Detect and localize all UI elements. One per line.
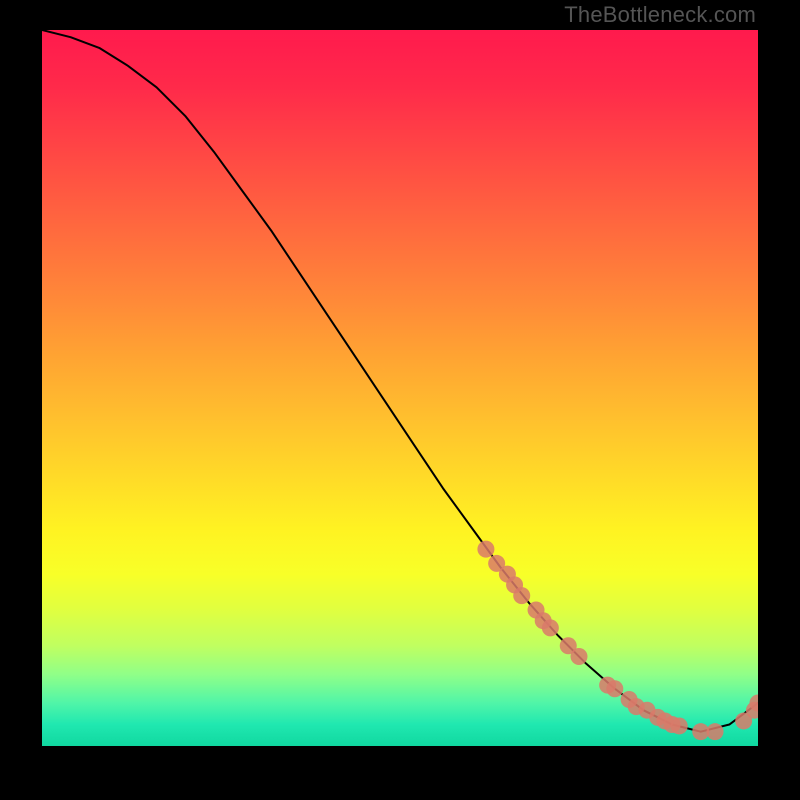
data-marker [649, 709, 666, 726]
data-marker [621, 691, 638, 708]
data-marker [639, 702, 656, 719]
data-marker [664, 716, 681, 733]
data-marker [499, 566, 516, 583]
data-marker [656, 712, 673, 729]
data-marker [750, 695, 759, 712]
data-marker [542, 619, 559, 636]
data-marker [599, 677, 616, 694]
data-marker [692, 723, 709, 740]
chart-frame: TheBottleneck.com [0, 0, 800, 800]
data-marker [735, 712, 752, 729]
curve-layer [42, 30, 758, 732]
data-marker [707, 723, 724, 740]
data-marker [671, 717, 688, 734]
data-marker [606, 680, 623, 697]
data-marker [560, 637, 577, 654]
data-marker [535, 612, 552, 629]
data-marker [513, 587, 530, 604]
chart-svg [42, 30, 758, 746]
data-marker [528, 601, 545, 618]
watermark-text: TheBottleneck.com [564, 2, 756, 28]
bottleneck-curve [42, 30, 758, 732]
data-marker [506, 576, 523, 593]
data-marker [746, 702, 758, 719]
data-marker [571, 648, 588, 665]
data-marker [628, 698, 645, 715]
plot-area [42, 30, 758, 746]
data-marker [488, 555, 505, 572]
data-marker [477, 541, 494, 558]
marker-layer [477, 541, 758, 741]
